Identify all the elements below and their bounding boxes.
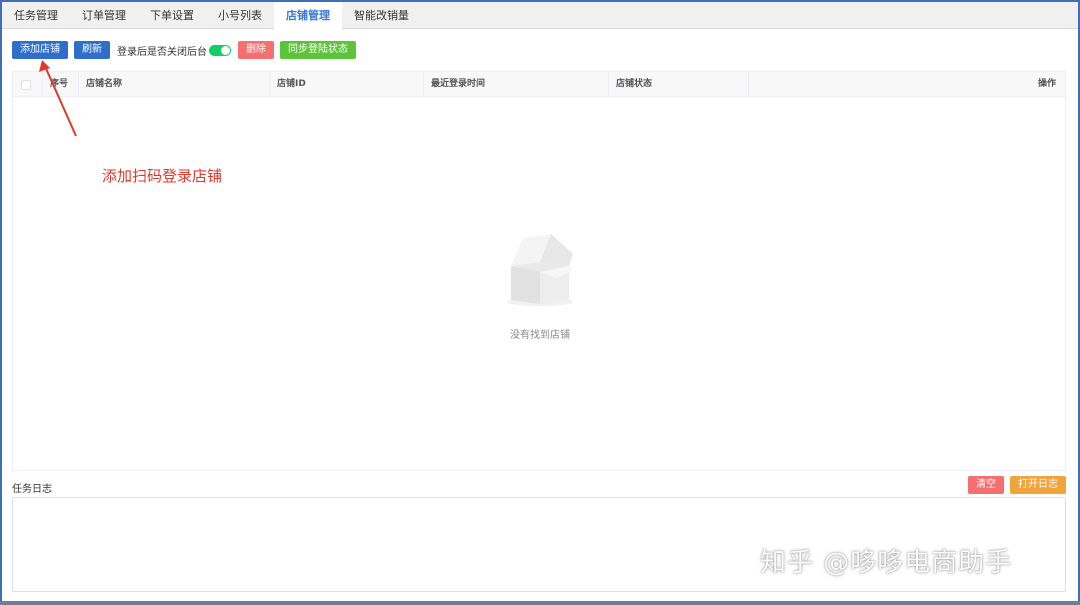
window-frame-left	[0, 0, 2, 605]
empty-text: 没有找到店铺	[510, 330, 570, 341]
tab-order-settings[interactable]: 下单设置	[138, 2, 206, 29]
refresh-button[interactable]: 刷新	[74, 41, 110, 59]
empty-box-icon	[503, 232, 577, 308]
log-actions: 清空 打开日志	[968, 476, 1066, 494]
column-store-status[interactable]: 店铺状态	[609, 72, 749, 97]
tab-order-management[interactable]: 订单管理	[70, 2, 138, 29]
annotation-text: 添加扫码登录店铺	[102, 167, 223, 185]
task-log-label: 任务日志	[12, 484, 52, 495]
tab-store-management[interactable]: 店铺管理	[274, 2, 342, 29]
column-last-login[interactable]: 最近登录时间	[424, 72, 609, 97]
close-background-label: 登录后是否关闭后台	[117, 46, 207, 58]
clear-log-button[interactable]: 清空	[968, 476, 1004, 494]
store-table: 序号 店铺名称 店铺ID 最近登录时间 店铺状态 操作 没有找到店铺	[12, 71, 1066, 471]
window-frame-bottom	[0, 601, 1080, 605]
column-actions[interactable]: 操作	[749, 72, 1065, 97]
column-store-id[interactable]: 店铺ID	[270, 72, 424, 97]
toolbar: 添加店铺 刷新 登录后是否关闭后台 删除 同步登陆状态	[12, 41, 356, 59]
tab-task-management[interactable]: 任务管理	[2, 2, 70, 29]
empty-state: 没有找到店铺	[13, 232, 1067, 341]
column-store-name[interactable]: 店铺名称	[79, 72, 270, 97]
table-header: 序号 店铺名称 店铺ID 最近登录时间 店铺状态 操作	[13, 72, 1065, 97]
sync-login-status-button[interactable]: 同步登陆状态	[280, 41, 356, 59]
select-all-checkbox[interactable]	[21, 80, 31, 90]
tab-account-list[interactable]: 小号列表	[206, 2, 274, 29]
watermark: 知乎 @哆哆电商助手	[760, 548, 1013, 578]
delete-button[interactable]: 删除	[238, 41, 274, 59]
tab-smart-sales[interactable]: 智能改销量	[342, 2, 421, 29]
open-log-button[interactable]: 打开日志	[1010, 476, 1066, 494]
add-store-button[interactable]: 添加店铺	[12, 41, 68, 59]
close-background-toggle[interactable]	[209, 44, 231, 56]
tab-bar: 任务管理 订单管理 下单设置 小号列表 店铺管理 智能改销量	[2, 2, 1078, 29]
toggle-knob	[221, 45, 230, 55]
red-arrow-icon	[39, 60, 77, 137]
